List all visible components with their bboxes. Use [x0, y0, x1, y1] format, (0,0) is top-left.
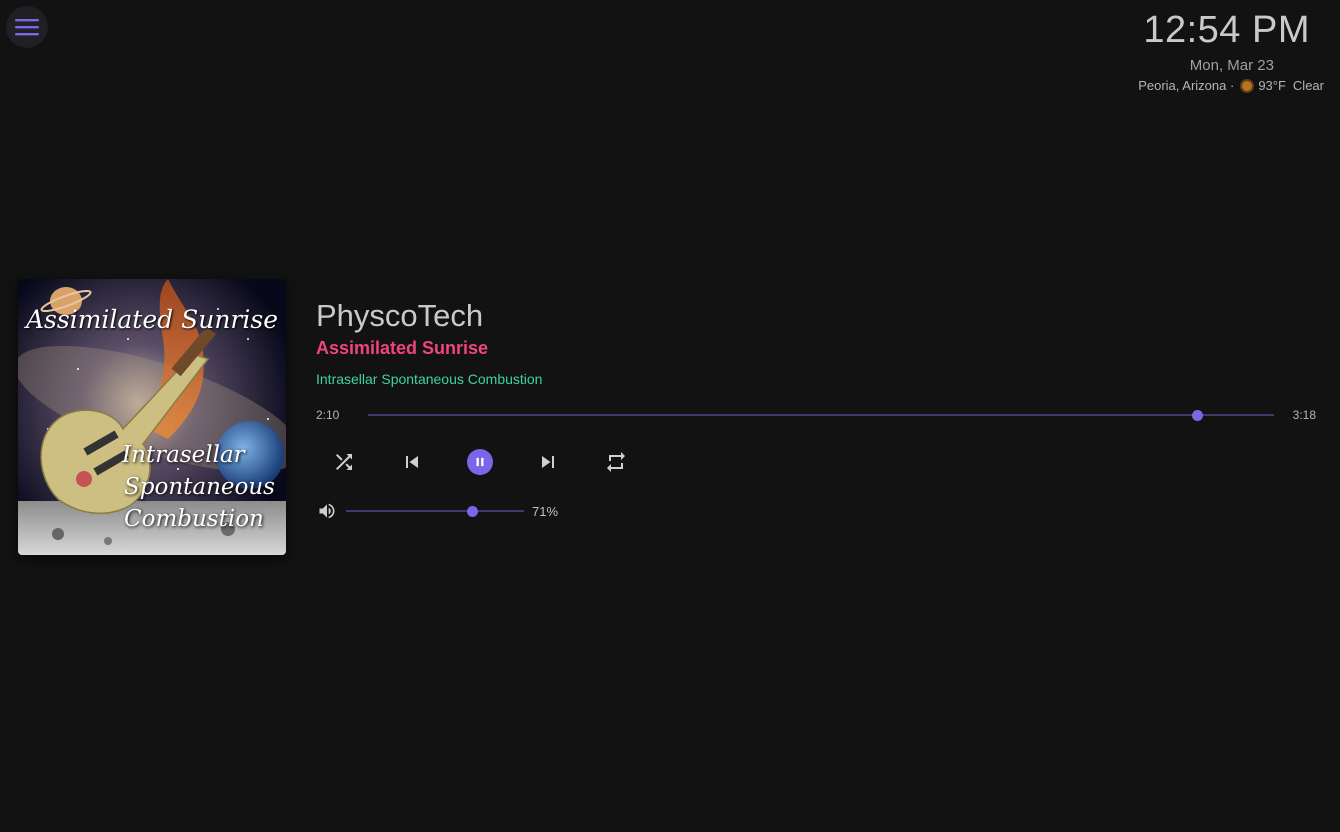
weather-temperature: 93°F — [1258, 78, 1286, 93]
volume-percent: 71% — [532, 503, 559, 519]
volume-knob[interactable] — [466, 505, 478, 517]
next-button[interactable] — [533, 447, 563, 477]
clock-date: Mon, Mar 23 — [1189, 57, 1274, 74]
pause-button[interactable] — [465, 447, 495, 477]
volume-row: 71% — [316, 501, 1316, 521]
track-title: Assimilated Sunrise — [316, 338, 489, 358]
skip-next-icon — [542, 456, 554, 468]
album-art-title: Assimilated Sunrise — [25, 305, 278, 334]
repeat-icon — [607, 452, 625, 472]
album-art-subtitle: Intrasellar Spontaneous Combustion — [114, 439, 284, 535]
weather-line: Peoria, Arizona · 93°F Clear — [1004, 78, 1324, 93]
shuffle-icon — [336, 454, 352, 470]
sun-icon — [1242, 80, 1253, 91]
album-art-subtitle-line: Intrasellar — [122, 442, 245, 468]
volume-up-icon — [319, 503, 335, 519]
progress-row: 2:10 3:18 — [316, 405, 1316, 425]
playback-controls — [329, 447, 1316, 477]
progress-knob[interactable] — [1192, 409, 1204, 421]
now-playing-panel: PhyscoTech Assimilated Sunrise Intrasell… — [316, 296, 1316, 521]
skip-previous-icon — [406, 456, 418, 468]
clock-widget: 12:54 PM Mon, Mar 23 Peoria, Arizona · 9… — [1004, 8, 1324, 93]
weather-condition: Clear — [1292, 78, 1324, 93]
menu-button[interactable] — [6, 6, 48, 48]
hamburger-menu-icon — [15, 19, 39, 36]
album-name: Intrasellar Spontaneous Combustion — [316, 371, 543, 387]
artist-name: PhyscoTech — [316, 298, 484, 333]
volume-slider[interactable] — [346, 505, 524, 517]
shuffle-button[interactable] — [329, 447, 359, 477]
duration-time: 3:18 — [1292, 408, 1316, 422]
album-art-subtitle-line: Spontaneous — [124, 474, 275, 500]
progress-slider[interactable] — [368, 409, 1274, 421]
album-art-subtitle-line: Combustion — [124, 506, 264, 532]
album-art: Assimilated Sunrise Intrasellar Spontane… — [18, 279, 286, 555]
elapsed-time: 2:10 — [316, 408, 340, 422]
previous-button[interactable] — [397, 447, 427, 477]
pause-icon — [476, 457, 484, 467]
repeat-button[interactable] — [601, 447, 631, 477]
volume-button[interactable] — [316, 500, 338, 522]
pause-button-circle — [467, 449, 493, 475]
clock-time: 12:54 PM — [1143, 9, 1310, 51]
weather-location: Peoria, Arizona · — [1138, 78, 1235, 93]
